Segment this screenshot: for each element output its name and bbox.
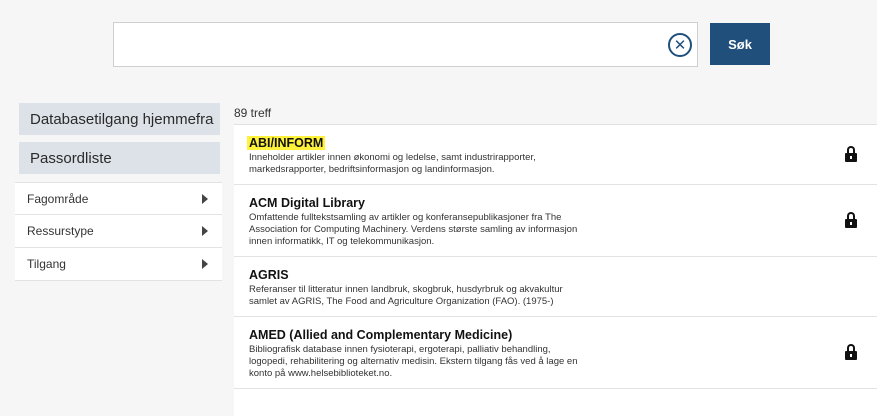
result-description: Inneholder artikler innen økonomi og led…: [249, 152, 536, 175]
filter-label: Ressurstype: [27, 224, 94, 238]
clear-search-icon[interactable]: ✕: [668, 33, 692, 57]
filter-label: Fagområde: [27, 191, 89, 206]
results-list: ABI/INFORM Inneholder artikler innen øko…: [234, 124, 877, 416]
result-item: ABI/INFORM Inneholder artikler innen øko…: [234, 125, 877, 185]
caret-right-icon: [202, 193, 208, 204]
result-title-link[interactable]: AGRIS: [249, 268, 289, 282]
search-button[interactable]: Søk: [710, 23, 770, 65]
filter-access[interactable]: Tilgang: [15, 248, 222, 281]
filter-list: Fagområde Ressurstype Tilgang: [15, 182, 222, 281]
result-title-link[interactable]: ABI/INFORM: [247, 136, 326, 150]
result-count: 89 treff: [234, 106, 272, 120]
filter-subject-area[interactable]: Fagområde: [15, 182, 222, 215]
filter-label: Tilgang: [27, 257, 66, 271]
result-item: AGRIS Referanser til litteratur innen la…: [234, 257, 877, 317]
result-title-link[interactable]: AMED (Allied and Complementary Medicine): [249, 328, 512, 342]
result-item: AMED (Allied and Complementary Medicine)…: [234, 317, 877, 389]
filter-resource-type[interactable]: Ressurstype: [15, 215, 222, 248]
result-description: Omfattende fulltekstsamling av artikler …: [249, 212, 578, 247]
lock-icon: [845, 145, 857, 162]
lock-icon: [845, 211, 857, 228]
search-input[interactable]: [113, 22, 698, 67]
remote-database-access-button[interactable]: Databasetilgang hjemmefra: [19, 103, 220, 135]
result-description: Bibliografisk database innen fysioterapi…: [249, 344, 578, 379]
result-description: Referanser til litteratur innen landbruk…: [249, 284, 563, 307]
result-item: ACM Digital Library Omfattende fulltekst…: [234, 185, 877, 257]
caret-right-icon: [202, 259, 208, 269]
caret-right-icon: [202, 226, 208, 236]
password-list-button[interactable]: Passordliste: [19, 142, 220, 174]
lock-icon: [845, 343, 857, 360]
result-title-link[interactable]: ACM Digital Library: [249, 196, 365, 210]
